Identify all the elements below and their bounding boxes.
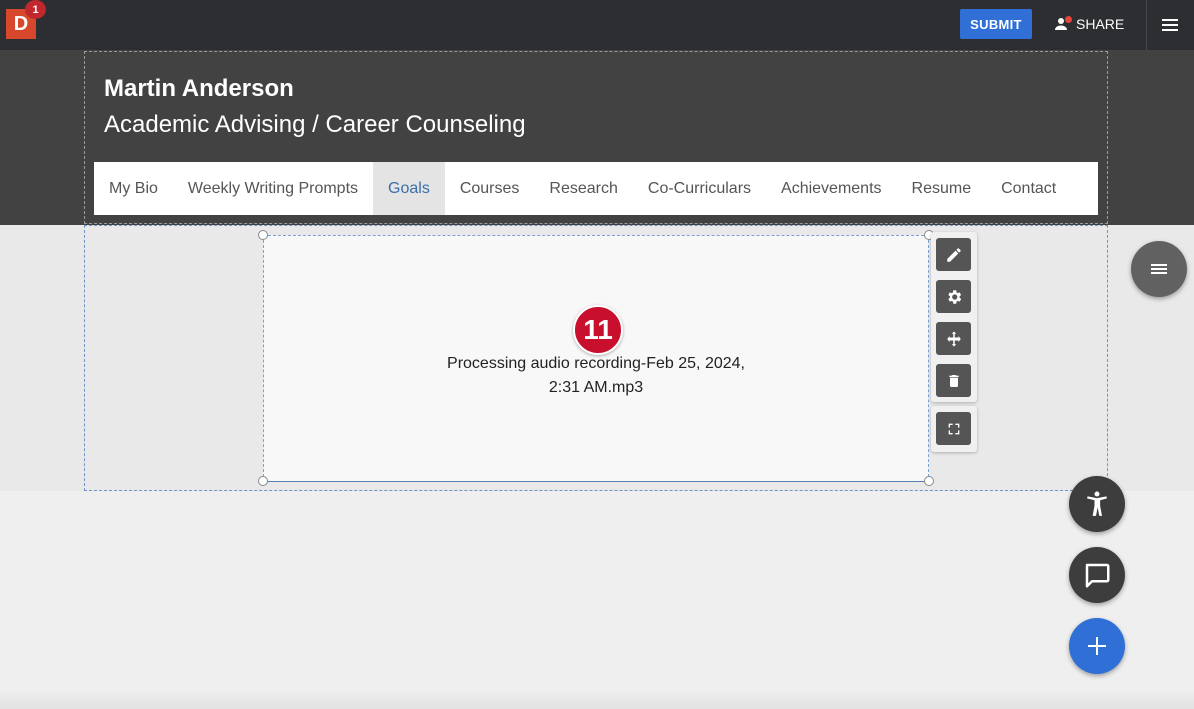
edit-button[interactable] — [936, 238, 971, 271]
nav-item-contact[interactable]: Contact — [986, 162, 1071, 215]
logo-letter: D — [13, 12, 29, 35]
top-bar: D 1 SUBMIT SHARE — [0, 0, 1194, 50]
plus-icon — [1088, 637, 1106, 655]
main-nav: My Bio Weekly Writing Prompts Goals Cour… — [94, 162, 1098, 215]
section-menu-button[interactable] — [1131, 241, 1187, 297]
nav-item-my-bio[interactable]: My Bio — [94, 162, 173, 215]
processing-line-1: Processing audio recording-Feb 25, 2024, — [447, 355, 745, 372]
page-owner-name: Martin Anderson — [104, 75, 294, 102]
resize-handle-bottom-right[interactable] — [924, 476, 934, 486]
notification-badge[interactable]: 1 — [25, 0, 46, 19]
move-button[interactable] — [936, 322, 971, 355]
chat-icon — [1085, 563, 1110, 588]
block-bottom-border — [264, 481, 928, 482]
bottom-shade — [0, 689, 1194, 709]
nav-item-resume[interactable]: Resume — [897, 162, 987, 215]
delete-button[interactable] — [936, 364, 971, 397]
nav-item-courses[interactable]: Courses — [445, 162, 535, 215]
submit-button[interactable]: SUBMIT — [960, 9, 1032, 39]
block-toolbar-secondary — [931, 406, 977, 452]
hamburger-menu-button[interactable] — [1158, 14, 1182, 36]
nav-item-weekly-writing-prompts[interactable]: Weekly Writing Prompts — [173, 162, 373, 215]
page-subtitle: Academic Advising / Career Counseling — [104, 111, 526, 138]
settings-button[interactable] — [936, 280, 971, 313]
site-header: Martin Anderson Academic Advising / Care… — [0, 50, 1194, 225]
nav-item-research[interactable]: Research — [534, 162, 632, 215]
share-button[interactable]: SHARE — [1052, 12, 1124, 36]
accessibility-icon — [1087, 491, 1107, 516]
lines-icon — [1151, 264, 1167, 274]
person-icon — [1052, 15, 1072, 33]
move-icon — [946, 331, 961, 346]
share-alert-dot — [1065, 16, 1072, 23]
processing-line-2: 2:31 AM.mp3 — [548, 379, 644, 396]
fullscreen-button[interactable] — [936, 412, 971, 445]
block-toolbar — [931, 232, 977, 402]
fullscreen-icon — [948, 423, 959, 434]
pencil-icon — [946, 247, 961, 262]
resize-handle-bottom-left[interactable] — [258, 476, 268, 486]
hamburger-icon — [1162, 19, 1178, 31]
divider — [1146, 0, 1147, 50]
gear-icon — [947, 289, 961, 304]
chat-button[interactable] — [1069, 547, 1125, 603]
share-label: SHARE — [1076, 16, 1125, 32]
add-button[interactable] — [1069, 618, 1125, 674]
nav-item-co-curriculars[interactable]: Co-Curriculars — [633, 162, 766, 215]
audio-block[interactable]: 11 Processing audio recording-Feb 25, 20… — [263, 235, 929, 482]
nav-item-goals[interactable]: Goals — [373, 162, 445, 215]
processing-message: Processing audio recording-Feb 25, 2024,… — [264, 352, 928, 400]
resize-handle-top-left[interactable] — [258, 230, 268, 240]
trash-icon — [948, 374, 959, 387]
nav-item-achievements[interactable]: Achievements — [766, 162, 897, 215]
processing-count-badge: 11 — [573, 305, 623, 355]
accessibility-button[interactable] — [1069, 476, 1125, 532]
content-section: 11 Processing audio recording-Feb 25, 20… — [0, 225, 1194, 491]
